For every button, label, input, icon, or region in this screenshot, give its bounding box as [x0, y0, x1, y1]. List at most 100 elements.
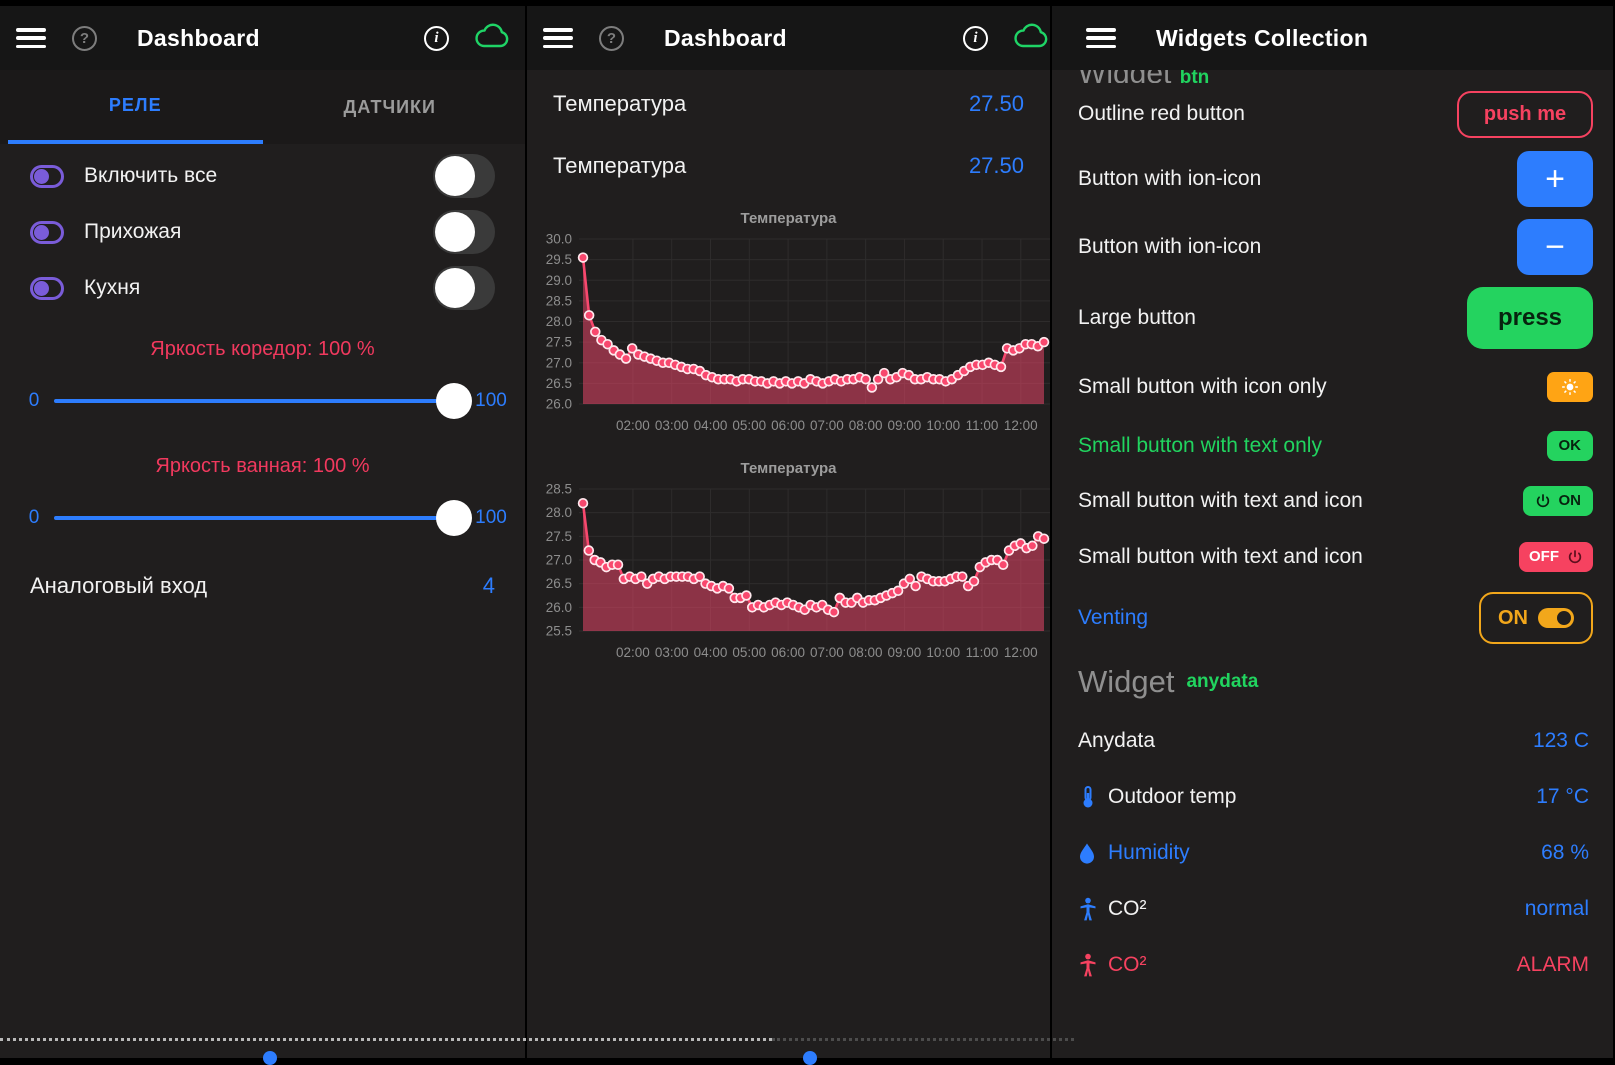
svg-text:09:00: 09:00 — [888, 418, 922, 433]
thermometer-icon — [1078, 785, 1108, 809]
plus-button[interactable]: + — [1517, 151, 1593, 207]
droplet-icon — [1078, 842, 1108, 865]
slider-bath-thumb[interactable] — [436, 500, 472, 536]
svg-text:28.5: 28.5 — [546, 293, 572, 308]
svg-text:07:00: 07:00 — [810, 645, 844, 660]
svg-text:03:00: 03:00 — [655, 418, 689, 433]
chart-title: Температура — [527, 460, 1050, 477]
svg-text:09:00: 09:00 — [888, 645, 922, 660]
ok-button[interactable]: OK — [1547, 431, 1594, 461]
analog-input-label: Аналоговый вход — [30, 573, 207, 599]
relay-icon — [30, 277, 64, 300]
help-icon[interactable]: ? — [72, 26, 97, 51]
widget-row-on: Small button with text and icon ON — [1052, 473, 1613, 528]
slider-min-label: 0 — [14, 390, 54, 412]
venting-toggle-button[interactable]: ON — [1479, 592, 1593, 644]
switch-row-all: Включить все — [0, 148, 525, 204]
svg-text:27.5: 27.5 — [546, 335, 572, 350]
anydata-value: 123 C — [1533, 729, 1589, 753]
slider-corridor-thumb[interactable] — [436, 383, 472, 419]
page-title: Dashboard — [664, 25, 787, 52]
cloud-icon[interactable] — [1014, 23, 1048, 54]
temperature-row: Температура 27.50 — [527, 138, 1050, 194]
menu-icon[interactable] — [543, 28, 573, 48]
widget-row-off: Small button with text and icon OFF — [1052, 528, 1613, 585]
switch-row-label: Кухня — [84, 276, 433, 300]
sun-icon — [1561, 378, 1579, 396]
slider-max-label: 100 — [471, 507, 511, 529]
temperature-chart-2: 02:0003:0004:0005:0006:0007:0008:0009:00… — [527, 481, 1050, 665]
slider-bath-track[interactable] — [54, 516, 471, 520]
svg-text:26.0: 26.0 — [546, 397, 572, 412]
widget-row-plus: Button with ion-icon + — [1052, 145, 1613, 213]
svg-text:12:00: 12:00 — [1004, 418, 1038, 433]
tab-sensors[interactable]: ДАТЧИКИ — [263, 70, 518, 144]
toggle-hallway-switch[interactable] — [433, 210, 495, 254]
toggle-on-icon — [1538, 608, 1574, 628]
svg-text:28.5: 28.5 — [546, 482, 572, 497]
panel-widgets-collection: Widgets Collection Widget btn Outline re… — [1050, 0, 1613, 1058]
widget-row-large: Large button press — [1052, 280, 1613, 356]
svg-text:06:00: 06:00 — [771, 418, 805, 433]
widget-row-text-only: Small button with text only OK — [1052, 418, 1613, 473]
data-row-humidity: Humidity 68 % — [1052, 825, 1613, 881]
header: ? Dashboard i — [0, 0, 525, 70]
svg-text:02:00: 02:00 — [616, 645, 650, 660]
toggle-all-switch[interactable] — [433, 154, 495, 198]
svg-text:26.5: 26.5 — [546, 576, 572, 591]
switch-row-label: Прихожая — [84, 220, 433, 244]
push-me-button[interactable]: push me — [1457, 91, 1593, 138]
partial-icon — [263, 1051, 277, 1065]
svg-text:26.0: 26.0 — [546, 600, 572, 615]
tab-relay[interactable]: РЕЛЕ — [8, 70, 263, 144]
svg-text:25.5: 25.5 — [546, 624, 572, 639]
menu-icon[interactable] — [16, 28, 46, 48]
divider-dotted — [0, 1038, 772, 1041]
temperature-row: Температура 27.50 — [527, 76, 1050, 132]
analog-input-value: 4 — [483, 573, 495, 599]
svg-text:04:00: 04:00 — [694, 418, 728, 433]
header: Widgets Collection — [1052, 0, 1613, 70]
co2-alarm-value: ALARM — [1517, 953, 1589, 977]
sun-button[interactable] — [1547, 372, 1593, 402]
svg-text:05:00: 05:00 — [732, 418, 766, 433]
svg-text:28.0: 28.0 — [546, 505, 572, 520]
toggle-kitchen-switch[interactable] — [433, 266, 495, 310]
relay-icon — [30, 165, 64, 188]
svg-text:26.5: 26.5 — [546, 376, 572, 391]
analog-input-row: Аналоговый вход 4 — [0, 558, 525, 614]
svg-text:27.0: 27.0 — [546, 355, 572, 370]
cloud-icon[interactable] — [475, 23, 509, 54]
data-row-co2-normal: CO² normal — [1052, 881, 1613, 937]
slider-caption-corridor: Яркость коредор: 100 % — [0, 338, 525, 361]
minus-button[interactable]: − — [1517, 219, 1593, 275]
slider-min-label: 0 — [14, 507, 54, 529]
outdoor-temp-value: 17 °C — [1536, 785, 1589, 809]
help-icon[interactable]: ? — [599, 26, 624, 51]
power-icon — [1535, 493, 1551, 509]
on-button[interactable]: ON — [1523, 486, 1594, 516]
off-button[interactable]: OFF — [1519, 542, 1593, 572]
svg-text:12:00: 12:00 — [1004, 645, 1038, 660]
info-icon[interactable]: i — [963, 26, 988, 51]
press-button[interactable]: press — [1467, 287, 1593, 349]
chart-canvas: 02:0003:0004:0005:0006:0007:0008:0009:00… — [533, 231, 1050, 438]
humidity-value: 68 % — [1541, 841, 1589, 865]
slider-caption-bath: Яркость ванная: 100 % — [0, 455, 525, 478]
section-heading-anydata: Widget anydata — [1052, 651, 1613, 713]
svg-text:28.0: 28.0 — [546, 314, 572, 329]
data-row-anydata: Anydata 123 C — [1052, 713, 1613, 769]
chart-canvas: 02:0003:0004:0005:0006:0007:0008:0009:00… — [533, 481, 1050, 665]
panel-sensors-dashboard: ? Dashboard i Температура 27.50 Температ… — [525, 0, 1050, 1058]
slider-corridor-track[interactable] — [54, 399, 471, 403]
svg-text:05:00: 05:00 — [732, 645, 766, 660]
switch-row-hallway: Прихожая — [0, 204, 525, 260]
co2-status-value: normal — [1525, 897, 1589, 921]
panel-relay-dashboard: ? Dashboard i РЕЛЕ ДАТЧИКИ Включить все … — [0, 0, 525, 1058]
switch-row-kitchen: Кухня — [0, 260, 525, 316]
chart-title: Температура — [527, 210, 1050, 227]
menu-icon[interactable] — [1086, 28, 1116, 48]
clipped-section-heading: Widget btn — [1052, 70, 1613, 83]
relay-icon — [30, 221, 64, 244]
info-icon[interactable]: i — [424, 26, 449, 51]
